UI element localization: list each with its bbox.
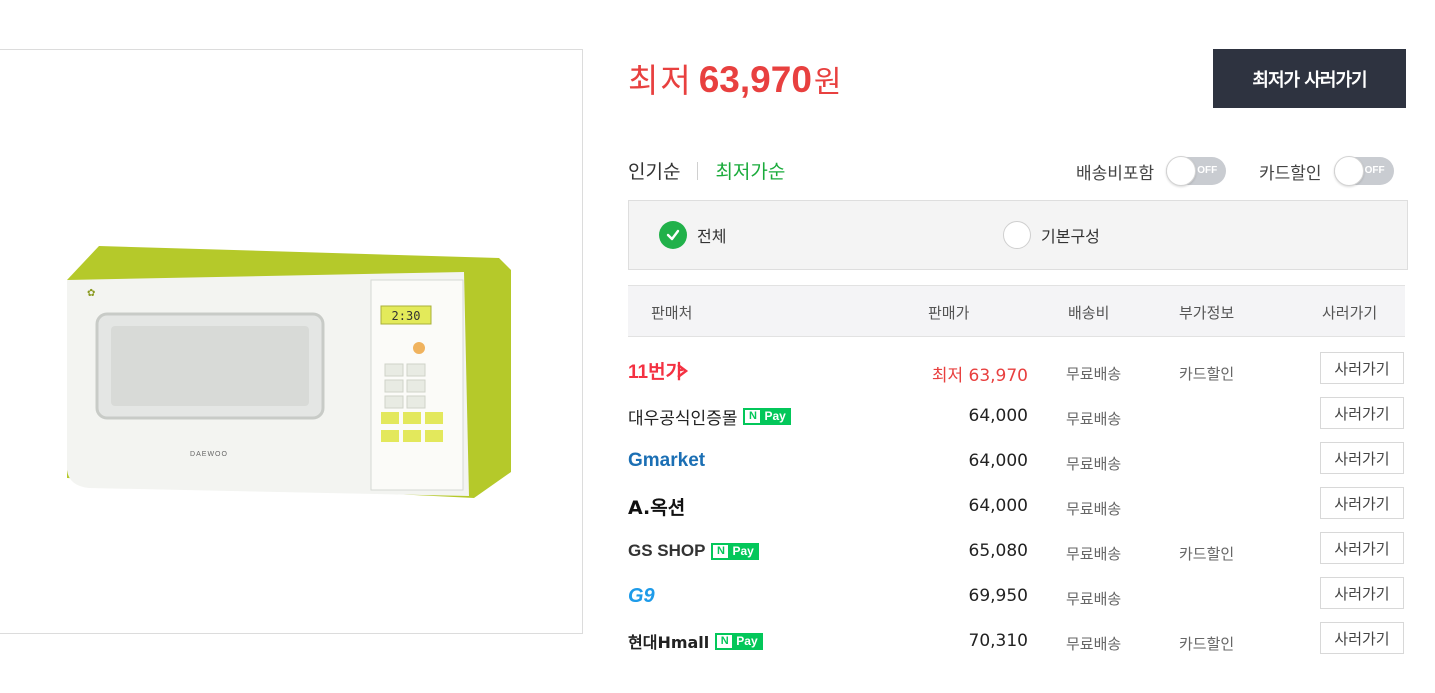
column-header-price: 판매가 [928,304,970,322]
row-shipping: 무료배송 [1066,635,1122,653]
column-header-shipping: 배송비 [1068,304,1110,322]
microwave-illustration: 2:30 DAEWOO ✿ [67,246,511,498]
column-header-buy: 사러가기 [1322,304,1378,322]
seller-logo-auction[interactable]: A.옥션 [628,494,685,519]
price-unit: 원 [813,65,842,100]
row-price: 64,000 [968,451,1028,471]
svg-text:2:30: 2:30 [392,309,421,323]
row-buy-button[interactable]: 사러가기 [1320,577,1404,609]
svg-text:11번가: 11번가 [628,361,684,383]
filter-all-label: 전체 [697,227,727,246]
price-label: 최저 [628,61,693,100]
row-buy-button[interactable]: 사러가기 [1320,532,1404,564]
table-row: G9 69,950 무료배송 사러가기 [628,577,1405,622]
seller-name: 대우공식인증몰 [628,408,738,429]
product-image: 2:30 DAEWOO ✿ [0,49,583,634]
buy-lowest-button[interactable]: 최저가 사러가기 [1213,49,1406,108]
filter-all[interactable]: 전체 [659,221,726,249]
row-shipping: 무료배송 [1066,590,1122,608]
seller-logo-11st[interactable]: 11번가 [628,359,692,383]
sort-divider [697,161,699,180]
column-header-seller: 판매처 [651,304,693,322]
table-row: 11번가 최저 63,970 무료배송 카드할인 사러가기 [628,352,1405,397]
filter-box: 전체 기본구성 [628,200,1408,270]
sort-bar: 인기순 최저가순 [628,157,785,184]
seller-logo-gmarket[interactable]: Gmarket [628,449,705,473]
price-value: 63,970 [698,59,812,100]
row-price: 69,950 [968,586,1028,606]
lowest-price: 최저 63,970 원 [628,54,842,102]
row-shipping: 무료배송 [1066,365,1122,383]
row-info: 카드할인 [1179,635,1235,653]
seller-logo-gsshop[interactable]: GS SHOP N Pay [628,539,759,563]
check-icon [659,221,687,249]
row-price: 70,310 [968,631,1028,651]
row-buy-button[interactable]: 사러가기 [1320,442,1404,474]
table-row: 대우공식인증몰 N Pay 64,000 무료배송 사러가기 [628,397,1405,442]
shipping-toggle-label: 배송비포함 [1076,163,1155,184]
column-header-info: 부가정보 [1179,304,1235,322]
card-toggle[interactable]: OFF [1333,156,1394,186]
row-info: 카드할인 [1179,545,1235,563]
npay-badge: N Pay [715,632,763,650]
toggle-state: OFF [1364,165,1385,176]
table-row: A.옥션 64,000 무료배송 사러가기 [628,487,1405,532]
toggle-knob [1333,156,1364,186]
shipping-toggle[interactable]: OFF [1166,156,1227,186]
row-shipping: 무료배송 [1066,500,1122,518]
npay-badge: N Pay [711,542,759,560]
card-toggle-label: 카드할인 [1259,163,1322,184]
shipping-toggle-group: 배송비포함 OFF [1076,156,1227,186]
sort-lowest[interactable]: 최저가순 [715,157,785,184]
row-shipping: 무료배송 [1066,410,1122,428]
row-buy-button[interactable]: 사러가기 [1320,622,1404,654]
svg-text:✿: ✿ [87,288,95,299]
toggle-state: OFF [1197,165,1218,176]
table-row: Gmarket 64,000 무료배송 사러가기 [628,442,1405,487]
row-buy-button[interactable]: 사러가기 [1320,487,1404,519]
card-toggle-group: 카드할인 OFF [1259,156,1394,186]
row-info: 카드할인 [1179,365,1235,383]
toggle-knob [1166,156,1197,186]
row-buy-button[interactable]: 사러가기 [1320,397,1404,429]
row-price: 최저 63,970 [931,366,1028,386]
seller-logo-g9[interactable]: G9 [628,584,655,608]
seller-logo-hmall[interactable]: 현대Hmall N Pay [628,629,763,653]
table-header: 판매처 판매가 배송비 부가정보 사러가기 [628,285,1405,337]
row-price: 64,000 [968,406,1028,426]
row-price: 65,080 [968,541,1028,561]
row-price: 64,000 [968,496,1028,516]
table-row: GS SHOP N Pay 65,080 무료배송 카드할인 사러가기 [628,532,1405,577]
table-row: 현대Hmall N Pay 70,310 무료배송 카드할인 사러가기 [628,622,1405,667]
seller-daewoo-official[interactable]: 대우공식인증몰 N Pay [628,404,791,429]
row-shipping: 무료배송 [1066,455,1122,473]
row-buy-button[interactable]: 사러가기 [1320,352,1404,384]
sort-popular[interactable]: 인기순 [628,157,680,184]
filter-basic[interactable]: 기본구성 [1003,221,1100,249]
npay-badge: N Pay [743,407,791,425]
filter-basic-label: 기본구성 [1041,227,1100,246]
row-shipping: 무료배송 [1066,545,1122,563]
svg-text:DAEWOO: DAEWOO [190,451,228,458]
radio-icon [1003,221,1031,249]
